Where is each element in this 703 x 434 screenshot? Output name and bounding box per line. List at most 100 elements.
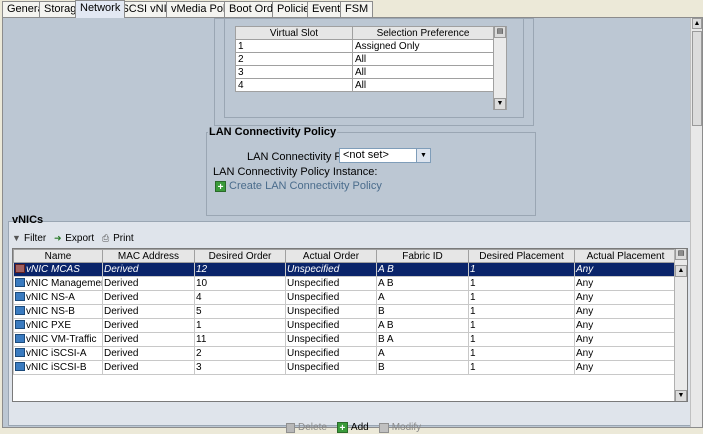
- create-lan-policy-link[interactable]: + Create LAN Connectivity Policy: [215, 180, 382, 193]
- cell-text: A B: [378, 264, 394, 275]
- vnics-table-scrollbar[interactable]: ▤ ▲ ▼: [674, 249, 687, 401]
- export-button[interactable]: ➜ Export: [52, 233, 94, 244]
- cell-text: vNIC iSCSI-B: [26, 362, 87, 373]
- cell-text: Unspecified: [287, 334, 340, 345]
- cell-text: Any: [576, 348, 594, 359]
- table-row[interactable]: 3 All: [235, 65, 494, 79]
- table-row[interactable]: 2 All: [235, 52, 494, 66]
- column-chooser-icon[interactable]: ▤: [675, 249, 687, 260]
- cell: Unspecified: [285, 276, 377, 291]
- cell-text: vNIC NS-A: [26, 292, 75, 303]
- cell-text: 1: [470, 348, 476, 359]
- scroll-up-icon[interactable]: ▲: [692, 18, 702, 29]
- column-chooser-icon[interactable]: ▤: [494, 26, 506, 38]
- cell-text: 3: [196, 362, 202, 373]
- cell: Derived: [102, 332, 195, 347]
- cell: Unspecified: [285, 332, 377, 347]
- filter-button[interactable]: ▼ Filter: [11, 233, 46, 244]
- cell-text: vNIC NS-B: [26, 306, 75, 317]
- cell: 2: [235, 52, 353, 66]
- vnics-table: Name MAC Address Desired Order Actual Or…: [12, 248, 688, 402]
- table-row[interactable]: vNIC iSCSI-B Derived 3 Unspecified B 1 Any: [13, 360, 677, 375]
- cell-text: Derived: [104, 320, 139, 331]
- scroll-down-icon[interactable]: ▼: [494, 98, 506, 110]
- chevron-down-icon[interactable]: ▼: [416, 149, 430, 162]
- export-icon: ➜: [53, 232, 62, 243]
- col-actual-placement[interactable]: Actual Placement: [574, 249, 677, 263]
- cell: 3: [194, 360, 286, 375]
- cell-text: Any: [576, 334, 594, 345]
- cell: Any: [574, 346, 677, 361]
- cell: 1: [235, 39, 353, 53]
- table-row[interactable]: vNIC NS-A Derived 4 Unspecified A 1 Any: [13, 290, 677, 305]
- cell: Derived: [102, 262, 195, 277]
- cell-text: Unspecified: [287, 278, 340, 289]
- vnics-toolbar: ▼ Filter ➜ Export ⎙ Print: [11, 230, 140, 246]
- cell: 1: [468, 262, 575, 277]
- print-button[interactable]: ⎙ Print: [100, 233, 134, 244]
- cell-text: A: [378, 292, 385, 303]
- cell: vNIC NS-B: [13, 304, 103, 319]
- col-virtual-slot[interactable]: Virtual Slot: [235, 26, 353, 40]
- table-row[interactable]: vNIC iSCSI-A Derived 2 Unspecified A 1 Any: [13, 346, 677, 361]
- table-row[interactable]: vNIC NS-B Derived 5 Unspecified B 1 Any: [13, 304, 677, 319]
- cell: Derived: [102, 304, 195, 319]
- cell-text: Unspecified: [287, 320, 340, 331]
- table-row[interactable]: vNIC PXE Derived 1 Unspecified A B 1 Any: [13, 318, 677, 333]
- scrollbar-thumb[interactable]: [692, 31, 702, 126]
- cell: 1: [468, 360, 575, 375]
- col-desired-placement[interactable]: Desired Placement: [468, 249, 575, 263]
- cell-text: Any: [576, 320, 594, 331]
- cell: vNIC iSCSI-B: [13, 360, 103, 375]
- cell: vNIC MCAS: [13, 262, 103, 277]
- cell-text: B A: [378, 334, 394, 345]
- cell: Unspecified: [285, 304, 377, 319]
- table-row[interactable]: vNIC Management Derived 10 Unspecified A B 1 A…: [13, 276, 677, 291]
- cell: Any: [574, 262, 677, 277]
- scroll-up-icon[interactable]: ▲: [675, 265, 687, 277]
- cell: Any: [574, 276, 677, 291]
- cell-text: 5: [196, 306, 202, 317]
- cell-text: Unspecified: [287, 264, 340, 275]
- col-selection-preference[interactable]: Selection Preference: [352, 26, 494, 40]
- col-mac-address[interactable]: MAC Address: [102, 249, 195, 263]
- main-vertical-scrollbar[interactable]: ▲: [690, 18, 702, 427]
- cell: A B: [376, 262, 469, 277]
- cell: Any: [574, 360, 677, 375]
- vnic-icon: [15, 278, 25, 287]
- lan-policy-select[interactable]: <not set> ▼: [339, 148, 431, 163]
- cell: Derived: [102, 276, 195, 291]
- cell-text: Derived: [104, 334, 139, 345]
- vnic-icon: [15, 348, 25, 357]
- slot-table-scrollbar[interactable]: ▤ ▼: [493, 26, 507, 110]
- table-row[interactable]: 4 All: [235, 78, 494, 92]
- cell-text: vNIC iSCSI-A: [26, 348, 87, 359]
- cell-text: Unspecified: [287, 348, 340, 359]
- tab-bar: General Storage Network iSCSI vNICs vMed…: [0, 0, 703, 18]
- table-row[interactable]: 1 Assigned Only: [235, 39, 494, 53]
- cell: Any: [574, 304, 677, 319]
- cell-text: A B: [378, 278, 394, 289]
- cell-text: Unspecified: [287, 362, 340, 373]
- cell: Derived: [102, 360, 195, 375]
- tab-fsm[interactable]: FSM: [340, 1, 374, 17]
- table-row[interactable]: vNIC MCAS Derived 12 Unspecified A B 1 Any: [13, 262, 677, 277]
- cell: All: [352, 78, 494, 92]
- col-actual-order[interactable]: Actual Order: [285, 249, 377, 263]
- cell-text: vNIC VM-Traffic: [26, 334, 97, 345]
- cell: vNIC NS-A: [13, 290, 103, 305]
- scroll-down-icon[interactable]: ▼: [675, 390, 687, 401]
- table-row[interactable]: vNIC VM-Traffic Derived 11 Unspecified B A 1 A…: [13, 332, 677, 347]
- col-desired-order[interactable]: Desired Order: [194, 249, 286, 263]
- col-fabric-id[interactable]: Fabric ID: [376, 249, 469, 263]
- cell-text: Any: [576, 264, 594, 275]
- filter-icon: ▼: [12, 232, 21, 243]
- cell: vNIC PXE: [13, 318, 103, 333]
- cell: Unspecified: [285, 318, 377, 333]
- cell-text: Derived: [104, 264, 139, 275]
- tab-network[interactable]: Network: [75, 0, 126, 18]
- col-name[interactable]: Name: [13, 249, 103, 263]
- vnic-icon: [15, 362, 25, 371]
- vnic-icon: [15, 320, 25, 329]
- cell: Derived: [102, 290, 195, 305]
